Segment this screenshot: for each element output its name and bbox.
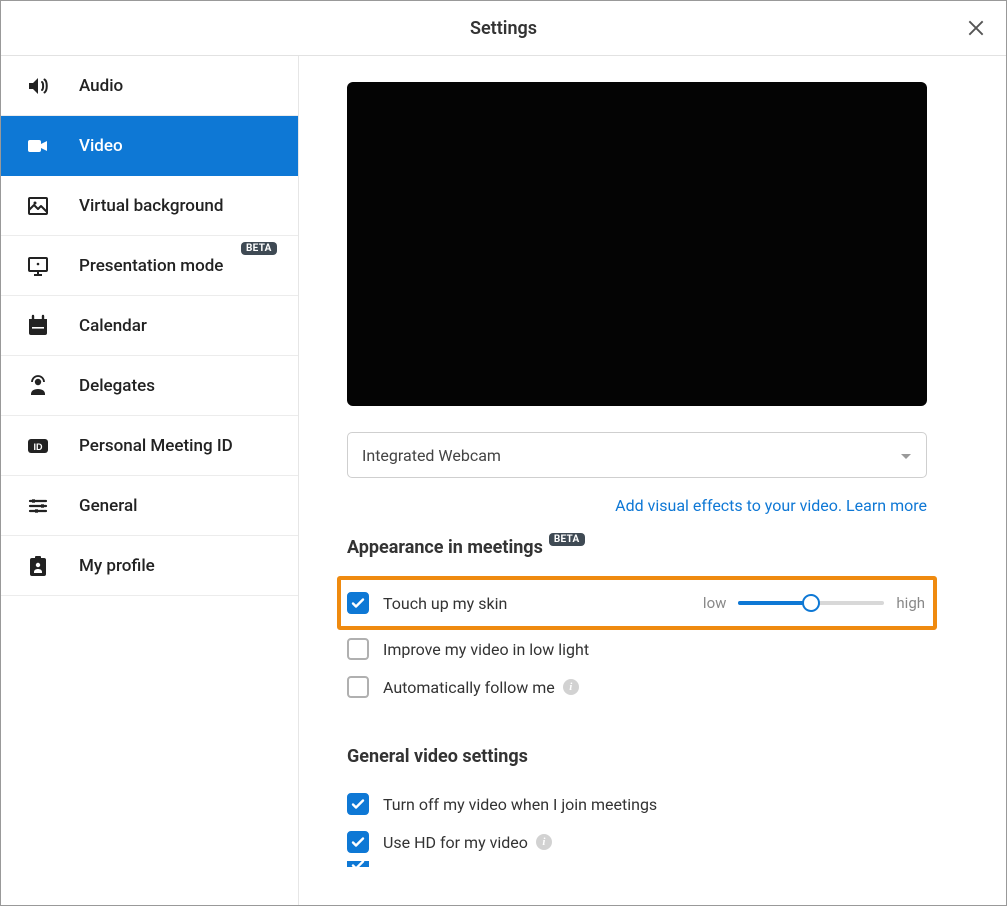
profile-badge-icon xyxy=(25,553,51,579)
checkmark-icon xyxy=(351,835,365,849)
low-light-row: Improve my video in low light xyxy=(347,630,927,668)
sidebar-item-personal-meeting-id[interactable]: ID Personal Meeting ID xyxy=(1,416,298,476)
sidebar-item-label: Presentation mode xyxy=(79,256,223,276)
general-video-heading-text: General video settings xyxy=(347,746,528,767)
sidebar-item-label: Calendar xyxy=(79,316,147,336)
sliders-icon xyxy=(25,493,51,519)
turn-off-video-checkbox[interactable] xyxy=(347,793,369,815)
chevron-down-icon xyxy=(900,446,912,465)
checkmark-icon xyxy=(351,861,365,867)
touch-up-skin-label: Touch up my skin xyxy=(383,594,507,613)
sidebar-item-delegates[interactable]: Delegates xyxy=(1,356,298,416)
image-icon xyxy=(25,193,51,219)
slider-thumb[interactable] xyxy=(802,594,820,612)
checkmark-icon xyxy=(351,797,365,811)
close-icon xyxy=(966,18,986,38)
sidebar-item-calendar[interactable]: Calendar xyxy=(1,296,298,356)
turn-off-video-label: Turn off my video when I join meetings xyxy=(383,795,657,814)
video-camera-icon xyxy=(25,133,51,159)
touch-up-slider[interactable] xyxy=(738,601,884,605)
checkmark-icon xyxy=(351,596,365,610)
monitor-icon xyxy=(25,253,51,279)
partial-next-row xyxy=(347,861,927,867)
partial-checkbox[interactable] xyxy=(347,861,369,867)
close-button[interactable] xyxy=(964,16,988,40)
beta-badge: BETA xyxy=(241,242,277,255)
appearance-heading: Appearance in meetings BETA xyxy=(347,537,958,558)
low-light-checkbox[interactable] xyxy=(347,638,369,660)
visual-effects-link[interactable]: Add visual effects to your video. Learn … xyxy=(615,496,927,515)
sidebar-item-label: Personal Meeting ID xyxy=(79,436,233,456)
video-preview xyxy=(347,82,927,406)
turn-off-video-row: Turn off my video when I join meetings xyxy=(347,785,927,823)
auto-follow-label: Automatically follow me xyxy=(383,678,555,697)
sidebar-item-my-profile[interactable]: My profile xyxy=(1,536,298,596)
sidebar-item-label: Video xyxy=(79,136,123,156)
sidebar-item-label: General xyxy=(79,496,137,516)
sidebar-item-audio[interactable]: Audio xyxy=(1,56,298,116)
use-hd-checkbox[interactable] xyxy=(347,831,369,853)
beta-badge: BETA xyxy=(549,533,585,546)
sidebar-item-virtual-background[interactable]: Virtual background xyxy=(1,176,298,236)
content-scroll-area[interactable]: Integrated Webcam Add visual effects to … xyxy=(299,56,1006,905)
slider-low-label: low xyxy=(703,594,726,612)
slider-high-label: high xyxy=(896,594,925,612)
settings-sidebar: Audio Video Virtual background Presentat… xyxy=(1,56,299,905)
use-hd-label: Use HD for my video xyxy=(383,833,528,852)
sidebar-item-video[interactable]: Video xyxy=(1,116,298,176)
sidebar-item-general[interactable]: General xyxy=(1,476,298,536)
page-title: Settings xyxy=(470,18,537,39)
camera-select[interactable]: Integrated Webcam xyxy=(347,432,927,478)
sidebar-item-label: Delegates xyxy=(79,376,155,396)
use-hd-row: Use HD for my video i xyxy=(347,823,927,861)
headset-user-icon xyxy=(25,373,51,399)
info-icon[interactable]: i xyxy=(536,834,552,850)
touch-up-skin-row: Touch up my skin low high xyxy=(337,576,937,630)
speaker-icon xyxy=(25,73,51,99)
touch-up-skin-checkbox[interactable] xyxy=(347,592,369,614)
sidebar-item-label: Virtual background xyxy=(79,196,223,216)
camera-selected-value: Integrated Webcam xyxy=(362,446,501,465)
low-light-label: Improve my video in low light xyxy=(383,640,589,659)
calendar-icon xyxy=(25,313,51,339)
id-badge-icon: ID xyxy=(25,433,51,459)
general-video-heading: General video settings xyxy=(347,746,958,767)
info-icon[interactable]: i xyxy=(563,679,579,695)
auto-follow-checkbox[interactable] xyxy=(347,676,369,698)
sidebar-item-label: My profile xyxy=(79,556,155,576)
appearance-heading-text: Appearance in meetings xyxy=(347,537,543,558)
sidebar-item-presentation-mode[interactable]: Presentation mode BETA xyxy=(1,236,298,296)
auto-follow-row: Automatically follow me i xyxy=(347,668,927,706)
slider-fill xyxy=(738,601,811,605)
svg-text:ID: ID xyxy=(34,442,44,452)
sidebar-item-label: Audio xyxy=(79,76,123,96)
settings-header: Settings xyxy=(1,1,1006,56)
